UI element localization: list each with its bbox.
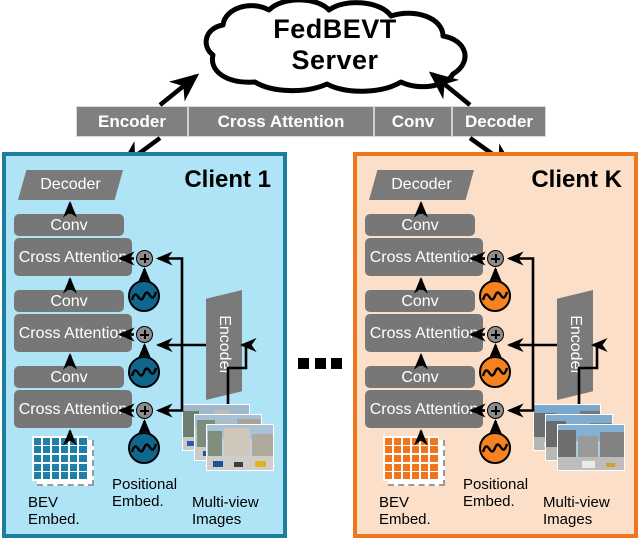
clients-ellipsis <box>296 355 344 371</box>
clientk-bev-caption-line1: BEV <box>379 494 410 511</box>
client1-decoder-label: Decoder <box>40 176 101 193</box>
clientk-positional-embed-1 <box>479 432 511 464</box>
clientk-encoder-label: Encoder <box>567 315 584 375</box>
clientk-encoder-block[interactable]: Encoder <box>557 290 593 400</box>
server-module-bar: Encoder Cross Attention Conv Decoder <box>76 106 546 137</box>
clientk-bev-caption: BEV Embed. <box>379 494 431 528</box>
clientk-image-3 <box>557 424 625 471</box>
client1-conv-3[interactable]: Conv <box>14 214 124 236</box>
server-module-encoder[interactable]: Encoder <box>77 107 189 136</box>
client1-conv-2[interactable]: Conv <box>14 290 124 312</box>
client1-merge-node-1 <box>136 402 153 419</box>
clientk-mv-caption: Multi-view Images <box>543 494 610 528</box>
client-panel-k: Client K Decoder Conv Cross Attention Co… <box>353 152 638 538</box>
clientk-pe-caption: Positional Embed. <box>463 476 528 510</box>
client1-bev-grid <box>32 436 88 481</box>
client1-merge-node-3 <box>136 250 153 267</box>
client1-conv-1[interactable]: Conv <box>14 366 124 388</box>
clientk-bev-embedding <box>383 436 445 486</box>
cloud-title: FedBEVT Server <box>195 14 475 76</box>
client1-mv-caption: Multi-view Images <box>192 494 259 528</box>
clientk-conv-2[interactable]: Conv <box>365 290 475 312</box>
clientk-decoder-block[interactable]: Decoder <box>369 170 474 200</box>
clientk-conv-3[interactable]: Conv <box>365 214 475 236</box>
client1-bev-caption-line2: Embed. <box>28 511 80 528</box>
client1-mv-caption-line2: Images <box>192 511 242 528</box>
clientk-mv-caption-line2: Images <box>543 511 593 528</box>
client1-pe-caption: Positional Embed. <box>112 476 177 510</box>
fedbevt-server-cloud: FedBEVT Server <box>195 0 475 95</box>
client1-cross-attention-3[interactable]: Cross Attention <box>14 238 132 276</box>
cloud-title-line1: FedBEVT <box>273 14 397 44</box>
clientk-decoder-label: Decoder <box>391 176 452 193</box>
clientk-cross-attention-2[interactable]: Cross Attention <box>365 314 483 352</box>
diagram-canvas: FedBEVT Server Encoder Cross Attention C… <box>0 0 640 540</box>
client1-encoder-block[interactable]: Encoder <box>206 290 242 400</box>
clientk-pe-caption-line2: Embed. <box>463 493 515 510</box>
client1-image-3 <box>206 424 274 471</box>
clientk-merge-node-2 <box>487 326 504 343</box>
client1-positional-embed-1 <box>128 432 160 464</box>
client1-positional-embed-3 <box>128 280 160 312</box>
client1-bev-caption-line1: BEV <box>28 494 59 511</box>
client1-merge-node-2 <box>136 326 153 343</box>
clientk-cross-attention-1[interactable]: Cross Attention <box>365 390 483 428</box>
ellipsis-dot-1 <box>296 355 311 371</box>
client1-cross-attention-1[interactable]: Cross Attention <box>14 390 132 428</box>
clientk-bev-caption-line2: Embed. <box>379 511 431 528</box>
ellipsis-dot-3 <box>329 355 344 371</box>
clientk-conv-1[interactable]: Conv <box>365 366 475 388</box>
client-panel-1: Client 1 Decoder Conv Cross Attention Co… <box>2 152 287 538</box>
client1-cross-attention-2[interactable]: Cross Attention <box>14 314 132 352</box>
client1-multiview-images <box>182 404 274 476</box>
client1-encoder-label: Encoder <box>216 315 233 375</box>
server-module-conv[interactable]: Conv <box>375 107 453 136</box>
client1-mv-caption-line1: Multi-view <box>192 494 259 511</box>
client1-pe-caption-line2: Embed. <box>112 493 164 510</box>
clientk-multiview-images <box>533 404 625 476</box>
clientk-positional-embed-3 <box>479 280 511 312</box>
server-module-cross-attention[interactable]: Cross Attention <box>189 107 375 136</box>
client1-positional-embed-2 <box>128 356 160 388</box>
clientk-cross-attention-3[interactable]: Cross Attention <box>365 238 483 276</box>
client1-pe-caption-line1: Positional <box>112 476 178 493</box>
client-title-1: Client 1 <box>184 166 271 193</box>
ellipsis-dot-2 <box>312 355 328 371</box>
clientk-merge-node-3 <box>487 250 504 267</box>
client1-bev-caption: BEV Embed. <box>28 494 80 528</box>
clientk-mv-caption-line1: Multi-view <box>543 494 610 511</box>
clientk-bev-grid <box>383 436 439 481</box>
client1-bev-embedding <box>32 436 94 486</box>
clientk-merge-node-1 <box>487 402 504 419</box>
clientk-pe-caption-line1: Positional <box>463 476 529 493</box>
server-module-decoder[interactable]: Decoder <box>453 107 545 136</box>
cloud-title-line2: Server <box>291 45 379 75</box>
client1-decoder-block[interactable]: Decoder <box>18 170 123 200</box>
client-title-k: Client K <box>531 166 622 193</box>
clientk-positional-embed-2 <box>479 356 511 388</box>
